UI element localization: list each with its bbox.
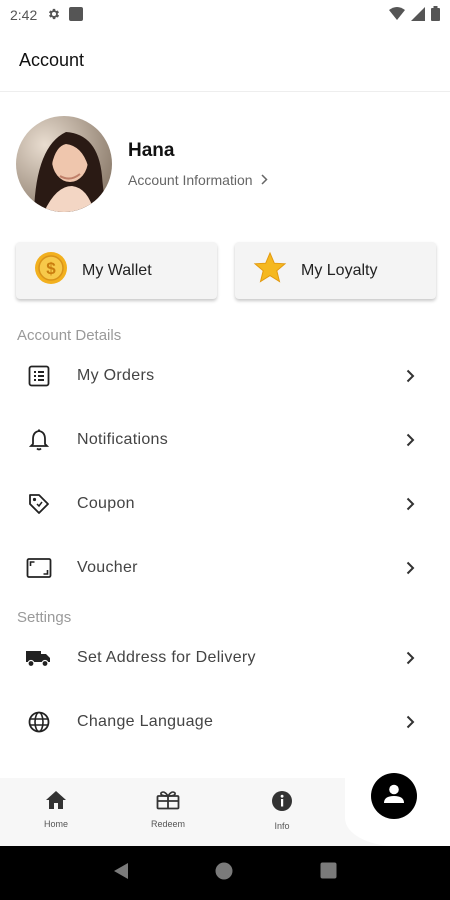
status-time: 2:42	[10, 7, 38, 23]
menu-item-notifications[interactable]: Notifications	[0, 409, 450, 471]
app-square-icon	[69, 6, 84, 24]
avatar[interactable]	[16, 116, 112, 212]
orders-list-icon	[25, 362, 53, 390]
chevron-right-icon	[402, 494, 418, 514]
globe-icon	[25, 708, 53, 736]
wallet-loyalty-cards: $ My Wallet My Loyalty	[16, 242, 436, 300]
my-wallet-label: My Wallet	[82, 261, 152, 279]
nav-label-redeem: Redeem	[150, 819, 186, 829]
gift-icon	[156, 790, 180, 815]
coin-icon: $	[34, 251, 68, 290]
svg-text:$: $	[46, 259, 56, 278]
account-fab-button[interactable]	[371, 773, 417, 819]
nav-item-info[interactable]: Info	[252, 790, 312, 831]
my-orders-label: My Orders	[77, 367, 155, 384]
chevron-right-icon	[402, 558, 418, 578]
wifi-icon	[389, 6, 405, 24]
star-icon	[253, 251, 287, 290]
settings-header: Settings	[17, 609, 72, 626]
profile-text: Hana Account Information	[128, 140, 268, 188]
profile-header[interactable]: Hana Account Information	[16, 116, 436, 212]
system-navigation-bar	[0, 846, 450, 900]
bell-icon	[25, 426, 53, 454]
my-loyalty-card[interactable]: My Loyalty	[235, 242, 436, 299]
profile-name: Hana	[128, 140, 175, 161]
voucher-label: Voucher	[77, 559, 138, 576]
nav-label-home: Home	[43, 819, 68, 829]
change-language-label: Change Language	[77, 713, 214, 730]
notifications-label: Notifications	[77, 431, 169, 448]
account-screen: 2:42 Account Hana Account Information $ …	[0, 0, 450, 900]
chevron-right-icon	[402, 430, 418, 450]
menu-item-coupon[interactable]: Coupon	[0, 473, 450, 535]
signal-icon	[411, 6, 425, 24]
nav-label-info: Info	[274, 821, 290, 831]
settings-gear-icon	[47, 7, 61, 24]
chevron-right-icon	[402, 648, 418, 668]
back-icon[interactable]	[113, 862, 129, 885]
home-circle-icon[interactable]	[215, 862, 233, 885]
menu-item-voucher[interactable]: Voucher	[0, 537, 450, 599]
status-bar: 2:42	[0, 0, 450, 30]
coupon-label: Coupon	[77, 495, 135, 512]
page-title: Account	[19, 50, 85, 70]
app-bar: Account	[0, 30, 450, 92]
set-address-label: Set Address for Delivery	[77, 649, 256, 666]
my-loyalty-label: My Loyalty	[301, 261, 378, 279]
person-icon	[383, 784, 405, 809]
menu-item-my-orders[interactable]: My Orders	[0, 345, 450, 407]
account-information-label: Account Information	[128, 172, 253, 188]
account-details-header: Account Details	[17, 327, 122, 344]
truck-icon	[25, 644, 53, 672]
recents-square-icon[interactable]	[320, 862, 337, 884]
info-icon	[271, 790, 293, 817]
menu-item-set-address[interactable]: Set Address for Delivery	[0, 627, 450, 689]
voucher-icon	[25, 554, 53, 582]
account-information-link[interactable]: Account Information	[128, 172, 268, 188]
battery-icon	[431, 6, 440, 24]
nav-item-home[interactable]: Home	[26, 790, 86, 829]
chevron-right-icon	[260, 172, 268, 188]
home-icon	[45, 790, 67, 815]
my-wallet-card[interactable]: $ My Wallet	[16, 242, 217, 299]
chevron-right-icon	[402, 712, 418, 732]
nav-item-redeem[interactable]: Redeem	[138, 790, 198, 829]
menu-item-change-language[interactable]: Change Language	[0, 691, 450, 753]
chevron-right-icon	[402, 366, 418, 386]
tag-icon	[25, 490, 53, 518]
